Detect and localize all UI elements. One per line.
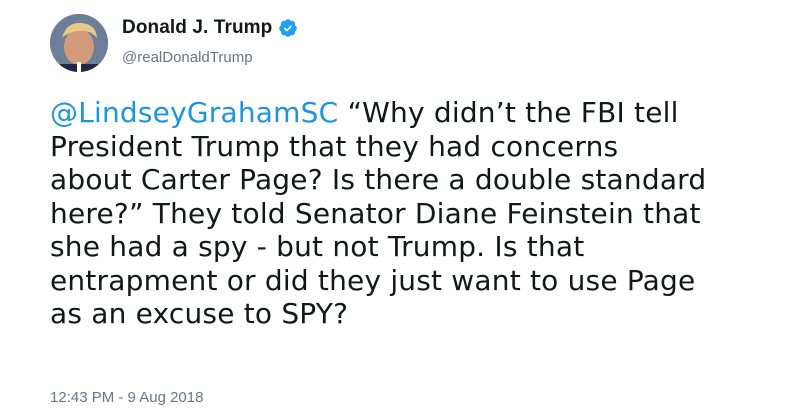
tweet-timestamp[interactable]: 12:43 PM - 9 Aug 2018 [50,389,203,406]
verified-badge-icon [279,19,298,37]
avatar-image [50,14,108,72]
avatar[interactable] [50,14,108,72]
display-name[interactable]: Donald J. Trump [122,17,272,39]
display-name-row[interactable]: Donald J. Trump [122,17,298,39]
mention-link[interactable]: @LindseyGrahamSC [50,96,338,129]
user-handle[interactable]: @realDonaldTrump [122,49,253,66]
tweet-body: “Why didn’t the FBI tell President Trump… [50,96,707,330]
tweet-card: Donald J. Trump @realDonaldTrump @Lindse… [0,0,800,419]
tweet-text: @LindseyGrahamSC “Why didn’t the FBI tel… [50,96,770,331]
